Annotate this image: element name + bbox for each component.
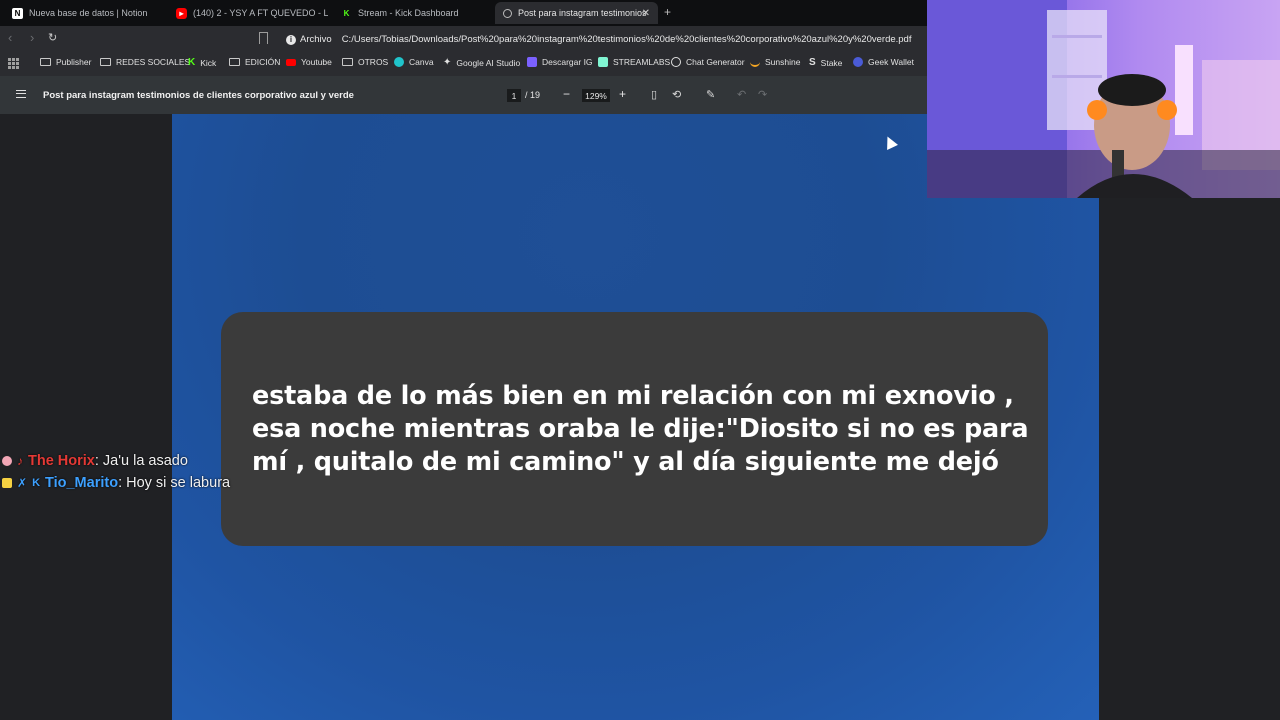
redo-icon[interactable]: ↷ — [758, 88, 767, 101]
url-text[interactable]: C:/Users/Tobias/Downloads/Post%20para%20… — [342, 34, 912, 45]
kick-icon: K — [32, 477, 41, 489]
globe-icon — [503, 8, 512, 18]
bookmark-label: Kick — [200, 57, 217, 68]
ai-studio-icon: ✦ — [443, 57, 452, 68]
bookmark-label: Canva — [409, 57, 434, 67]
new-tab-button[interactable]: + — [664, 5, 671, 19]
youtube-icon — [286, 58, 296, 66]
sunshine-icon — [750, 57, 760, 67]
bookmark-label: Sunshine — [765, 57, 801, 67]
chat-username: The Horix — [28, 453, 95, 469]
bookmark-label: Descargar IG — [542, 57, 593, 67]
bookmark-stake[interactable]: S Stake — [809, 57, 842, 68]
menu-icon[interactable] — [16, 90, 26, 98]
wallet-icon — [853, 57, 863, 67]
folder-icon — [342, 58, 353, 66]
bookmark-publisher[interactable]: Publisher — [40, 57, 91, 67]
bookmark-sunshine[interactable]: Sunshine — [750, 57, 800, 67]
chat-message: ✗ K Tio_Marito: Hoy si se labura — [2, 475, 230, 491]
folder-icon — [100, 58, 111, 66]
tab-label: Post para instagram testimonios — [518, 8, 647, 18]
bookmark-kick[interactable]: K Kick — [188, 57, 216, 68]
zoom-level-input[interactable]: 129% — [582, 89, 610, 102]
bookmark-geek-wallet[interactable]: Geek Wallet — [853, 57, 914, 67]
document-title: Post para instagram testimonios de clien… — [43, 90, 354, 101]
page-total: / 19 — [525, 90, 541, 100]
bookmark-youtube[interactable]: Youtube — [286, 57, 332, 67]
bookmark-label: Youtube — [301, 57, 332, 67]
bookmark-edicion[interactable]: EDICIÓN — [229, 57, 280, 67]
forward-icon[interactable]: › — [30, 30, 34, 45]
canva-icon — [394, 57, 404, 67]
tab-kick-dashboard[interactable]: K Stream - Kick Dashboard — [333, 2, 493, 24]
chat-text: : Ja'u la asado — [94, 453, 188, 469]
bookmark-label: REDES SOCIALES — [116, 57, 191, 67]
info-icon[interactable]: i — [286, 34, 296, 45]
chat-text: : Hoy si se labura — [118, 475, 231, 491]
tab-label: Nueva base de datos | Notion — [29, 8, 148, 18]
bookmark-label: Chat Generator — [686, 57, 745, 67]
download-icon — [527, 57, 537, 67]
folder-icon — [40, 58, 51, 66]
streamlabs-icon — [598, 57, 608, 67]
bookmark-streamlabs[interactable]: STREAMLABS — [598, 57, 670, 67]
page-number-input[interactable]: 1 — [507, 89, 521, 102]
bookmark-label: STREAMLABS — [613, 57, 671, 67]
apps-icon[interactable] — [8, 58, 19, 69]
youtube-icon: ▸ — [176, 7, 187, 19]
rotate-icon[interactable]: ⟲ — [672, 88, 681, 101]
bookmark-descargar-ig[interactable]: Descargar IG — [527, 57, 593, 67]
kick-icon: K — [188, 57, 196, 68]
fit-page-icon[interactable]: ▯ — [651, 88, 657, 101]
subscriber-badge-icon — [2, 478, 12, 488]
sword-icon: ✗ — [17, 476, 28, 490]
subscriber-badge-icon — [2, 456, 12, 466]
webcam-overlay — [927, 0, 1280, 198]
bookmark-label: Google AI Studio — [456, 57, 521, 68]
bookmark-canva[interactable]: Canva — [394, 57, 434, 67]
bookmark-label: OTROS — [358, 57, 389, 67]
tab-notion[interactable]: N Nueva base de datos | Notion — [4, 2, 164, 24]
undo-icon[interactable]: ↶ — [737, 88, 746, 101]
notion-icon: N — [12, 7, 23, 19]
bookmark-label: Stake — [820, 57, 843, 68]
zoom-out-button[interactable]: − — [563, 87, 570, 101]
address-bar[interactable]: i Archivo C:/Users/Tobias/Downloads/Post… — [280, 30, 920, 49]
tab-label: Stream - Kick Dashboard — [358, 8, 459, 18]
chat-username: Tio_Marito — [45, 475, 119, 491]
bookmark-label: Publisher — [56, 57, 92, 67]
close-icon[interactable]: ✕ — [642, 8, 650, 19]
reload-icon[interactable]: ↻ — [48, 31, 57, 44]
tab-youtube[interactable]: ▸ (140) 2 - YSY A FT QUEVEDO - LUGAR — [168, 2, 328, 24]
bookmark-redes-sociales[interactable]: REDES SOCIALES — [100, 57, 190, 67]
bookmark-google-ai-studio[interactable]: ✦ Google AI Studio — [443, 57, 520, 68]
tab-label: (140) 2 - YSY A FT QUEVEDO - LUGAR — [193, 8, 328, 18]
testimonial-text: estaba de lo más bien en mi relación con… — [252, 381, 1029, 477]
kick-icon: K — [343, 8, 350, 18]
bookmark-label: EDICIÓN — [245, 57, 281, 67]
tab-pdf-active[interactable]: Post para instagram testimonios ✕ — [495, 2, 658, 24]
bookmark-label: Geek Wallet — [868, 57, 914, 67]
bookmark-chat-generator[interactable]: Chat Generator — [671, 57, 745, 67]
chatgpt-icon — [671, 57, 681, 67]
chat-message: ♪ The Horix: Ja'u la asado — [2, 453, 188, 469]
annotate-icon[interactable]: ✎ — [706, 88, 715, 101]
folder-icon — [229, 58, 240, 66]
back-icon[interactable]: ‹ — [8, 30, 12, 45]
stake-icon: S — [809, 57, 816, 68]
bookmark-icon[interactable] — [259, 32, 268, 44]
zoom-in-button[interactable]: + — [619, 87, 626, 101]
url-scheme: Archivo — [300, 34, 332, 45]
bookmark-otros[interactable]: OTROS — [342, 57, 388, 67]
tiktok-icon: ♪ — [17, 454, 23, 468]
webcam-scene — [927, 0, 1280, 198]
